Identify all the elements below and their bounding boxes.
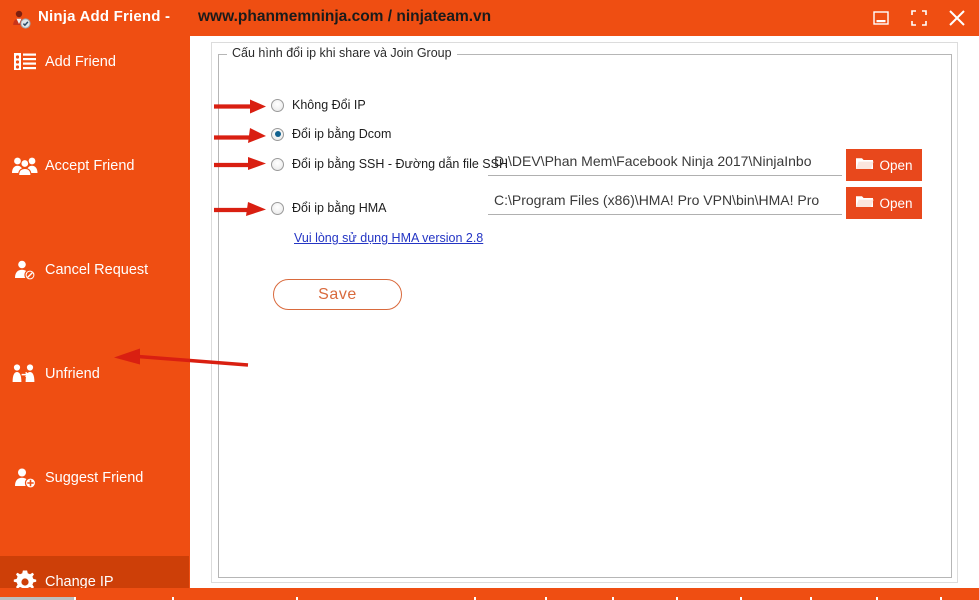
app-title: Ninja Add Friend - bbox=[38, 8, 171, 25]
groupbox-title: Cấu hình đổi ip khi share và Join Group bbox=[227, 46, 457, 60]
sidebar-item-accept-friend[interactable]: Accept Friend bbox=[0, 140, 189, 192]
list-friends-icon bbox=[10, 47, 40, 77]
radio-khong-doi-ip[interactable] bbox=[271, 98, 284, 112]
minimize-icon[interactable] bbox=[867, 4, 895, 32]
open-button-label: Open bbox=[879, 195, 913, 211]
sidebar-item-label: Suggest Friend bbox=[45, 470, 144, 486]
sidebar-item-label: Cancel Request bbox=[45, 262, 149, 278]
change-ip-groupbox: Cấu hình đổi ip khi share và Join Group … bbox=[218, 46, 952, 578]
radio-doi-ip-hma[interactable] bbox=[271, 201, 284, 215]
hma-path-field[interactable] bbox=[488, 189, 842, 215]
person-block-icon bbox=[10, 255, 40, 285]
radio-label: Đổi ip bằng Dcom bbox=[292, 127, 392, 141]
sidebar-item-label: Accept Friend bbox=[45, 158, 135, 174]
ssh-open-button[interactable]: Open bbox=[846, 149, 922, 181]
radio-label: Không Đổi IP bbox=[292, 98, 366, 112]
window-controls bbox=[867, 4, 971, 32]
sidebar-item-add-friend[interactable]: Add Friend bbox=[0, 36, 189, 88]
sidebar-item-suggest-friend[interactable]: Suggest Friend bbox=[0, 452, 189, 504]
hma-open-button[interactable]: Open bbox=[846, 187, 922, 219]
radio-label: Đổi ip bằng SSH - Đường dẫn file SSH bbox=[292, 157, 508, 171]
group-people-icon bbox=[10, 151, 40, 181]
radio-row-khong-doi-ip[interactable]: Không Đổi IP bbox=[271, 98, 366, 112]
application-window: Ninja Add Friend - www.phanmemninja.com … bbox=[0, 0, 979, 600]
radio-row-doi-ip-dcom[interactable]: Đổi ip bằng Dcom bbox=[271, 127, 391, 141]
radio-doi-ip-ssh[interactable] bbox=[271, 157, 284, 171]
sidebar-item-label: Unfriend bbox=[45, 366, 100, 382]
taskbar-strip bbox=[0, 588, 979, 600]
save-button[interactable]: Save bbox=[273, 279, 402, 310]
close-icon[interactable] bbox=[943, 4, 971, 32]
sidebar-item-cancel-request[interactable]: Cancel Request bbox=[0, 244, 189, 296]
person-plus-icon bbox=[10, 463, 40, 493]
folder-icon bbox=[855, 155, 875, 176]
content-panel-inner: Cấu hình đổi ip khi share và Join Group … bbox=[211, 42, 958, 583]
open-button-label: Open bbox=[879, 157, 913, 173]
radio-label: Đổi ip bằng HMA bbox=[292, 201, 387, 215]
sidebar: Add Friend Accept Friend Cancel Request … bbox=[0, 36, 189, 600]
site-title: www.phanmemninja.com / ninjateam.vn bbox=[198, 8, 492, 25]
radio-doi-ip-dcom[interactable] bbox=[271, 127, 284, 141]
folder-icon bbox=[855, 193, 875, 214]
hma-version-link[interactable]: Vui lòng sử dụng HMA version 2.8 bbox=[294, 231, 483, 245]
title-bar: Ninja Add Friend - www.phanmemninja.com … bbox=[0, 0, 979, 36]
radio-row-doi-ip-hma[interactable]: Đổi ip bằng HMA bbox=[271, 201, 387, 215]
two-people-icon bbox=[10, 359, 40, 389]
maximize-icon[interactable] bbox=[905, 4, 933, 32]
content-panel: Cấu hình đổi ip khi share và Join Group … bbox=[190, 36, 979, 588]
sidebar-item-unfriend[interactable]: Unfriend bbox=[0, 348, 189, 400]
ninja-user-icon bbox=[10, 8, 32, 30]
sidebar-item-label: Add Friend bbox=[45, 54, 116, 70]
ssh-path-field[interactable] bbox=[488, 150, 842, 176]
radio-row-doi-ip-ssh[interactable]: Đổi ip bằng SSH - Đường dẫn file SSH bbox=[271, 157, 508, 171]
